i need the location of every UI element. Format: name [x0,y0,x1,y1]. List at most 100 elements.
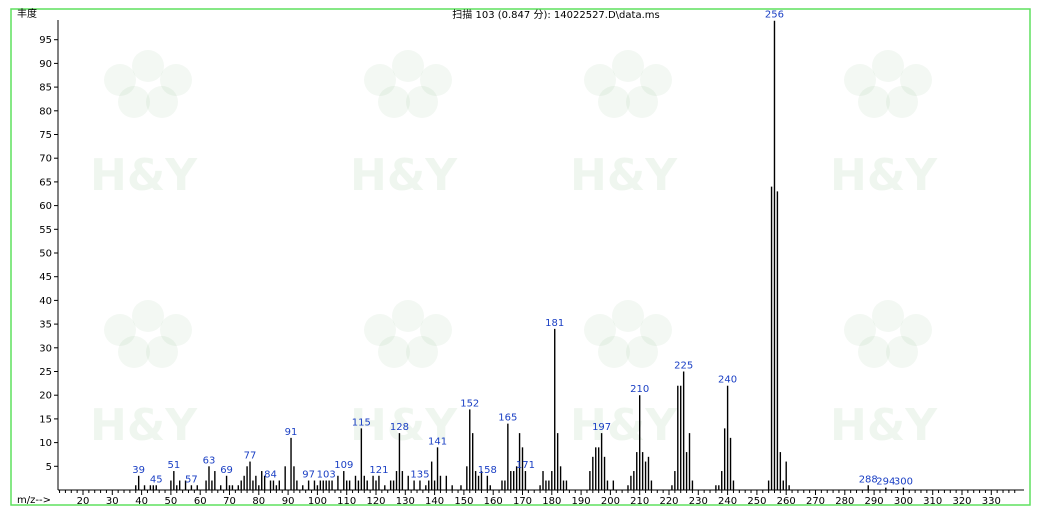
y-tick-label: 95 [39,35,52,46]
mass-spectrum-chart: H&Y H&Y H&Y H&YH&Y H&Y H&Y H&Y 丰度 扫描 103 (0.84… [10,7,1031,507]
x-tick-label: 50 [165,496,178,507]
peak-label: 91 [285,427,298,438]
y-tick-label: 85 [39,83,52,94]
y-tick-label: 20 [39,391,52,402]
watermark-text: H&Y [350,150,458,201]
peak-label: 45 [150,474,163,485]
peak-label: 77 [244,451,257,462]
x-tick-label: 290 [865,496,884,507]
watermark-text: H&Y [570,150,678,201]
x-tick-label: 250 [747,496,766,507]
x-tick-label: 280 [835,496,854,507]
x-tick-label: 60 [194,496,207,507]
watermark-logo: H&Y [90,50,198,201]
y-tick-label: 65 [39,177,52,188]
watermark-text: H&Y [90,400,198,451]
peak-label: 115 [352,417,371,428]
watermark-leaf [118,336,150,368]
peak-label: 294 [876,477,895,488]
peak-label: 39 [132,465,145,476]
watermark-leaf [146,336,178,368]
y-tick-label: 90 [39,59,52,70]
watermark-leaf [612,300,644,332]
watermark-leaf [626,86,658,118]
x-tick-label: 190 [572,496,591,507]
y-tick-label: 60 [39,201,52,212]
y-tick-label: 10 [39,438,52,449]
x-tick-label: 90 [282,496,295,507]
peak-label: 225 [674,361,693,372]
peak-label: 240 [718,375,737,386]
watermark-text: H&Y [570,400,678,451]
watermark-leaf [146,86,178,118]
watermark-layer: H&Y H&Y H&Y H&YH&Y H&Y H&Y H&Y [90,50,938,451]
watermark-leaf [858,86,890,118]
watermark-text: H&Y [830,400,938,451]
x-tick-label: 20 [77,496,90,507]
peak-label: 51 [167,460,180,471]
watermark-leaf [392,300,424,332]
watermark-text: H&Y [90,150,198,201]
y-tick-label: 30 [39,343,52,354]
y-tick-label: 40 [39,296,52,307]
x-tick-label: 100 [308,496,327,507]
peak-label: 135 [410,470,429,481]
y-tick-label: 80 [39,106,52,117]
x-tick-label: 160 [484,496,503,507]
peak-label: 63 [203,455,216,466]
watermark-logo: H&Y [830,50,938,201]
peak-label: 210 [630,384,649,395]
x-tick-label: 300 [894,496,913,507]
peak-label: 103 [317,470,336,481]
peak-label: 97 [302,470,315,481]
x-tick-label: 230 [689,496,708,507]
x-tick-label: 240 [718,496,737,507]
watermark-leaf [406,336,438,368]
watermark-leaf [598,86,630,118]
watermark-leaf [872,50,904,82]
chart-title: 扫描 103 (0.847 分): 14022527.D\data.ms [452,8,659,21]
watermark-leaf [612,50,644,82]
watermark-logo: H&Y [570,50,678,201]
x-tick-label: 140 [425,496,444,507]
peak-label: 197 [592,422,611,433]
watermark-logo: H&Y [570,300,678,451]
x-tick-label: 150 [454,496,473,507]
x-tick-label: 130 [396,496,415,507]
watermark-leaf [626,336,658,368]
x-tick-label: 70 [223,496,236,507]
y-tick-label: 70 [39,154,52,165]
x-tick-label: 170 [513,496,532,507]
watermark-logo: H&Y [90,300,198,451]
watermark-leaf [392,50,424,82]
x-tick-label: 200 [601,496,620,507]
peak-label: 109 [334,460,353,471]
x-tick-label: 220 [659,496,678,507]
y-axis-title: 丰度 [17,7,37,20]
y-tick-label: 25 [39,367,52,378]
watermark-leaf [858,336,890,368]
y-tick-label: 50 [39,249,52,260]
x-tick-label: 110 [337,496,356,507]
peak-label: 121 [369,465,388,476]
peak-label: 256 [765,10,784,21]
x-tick-label: 320 [952,496,971,507]
peak-labels: 39 45 51 57 63 69 77 84 91 97 103109 115 121 128 135 14… [132,10,913,488]
peak-label: 165 [498,413,517,424]
watermark-logo: H&Y [830,300,938,451]
watermark-leaf [872,300,904,332]
watermark-leaf [132,50,164,82]
watermark-leaf [886,336,918,368]
watermark-leaf [378,86,410,118]
watermark-leaf [886,86,918,118]
x-tick-label: 180 [542,496,561,507]
x-tick-label: 330 [982,496,1001,507]
peak-label: 141 [428,436,447,447]
x-axis-title: m/z--> [17,495,51,506]
x-tick-label: 120 [366,496,385,507]
peak-label: 152 [460,398,479,409]
y-tick-label: 5 [46,462,52,473]
x-tick-label: 30 [106,496,119,507]
y-tick-label: 55 [39,225,52,236]
peak-label: 181 [545,318,564,329]
